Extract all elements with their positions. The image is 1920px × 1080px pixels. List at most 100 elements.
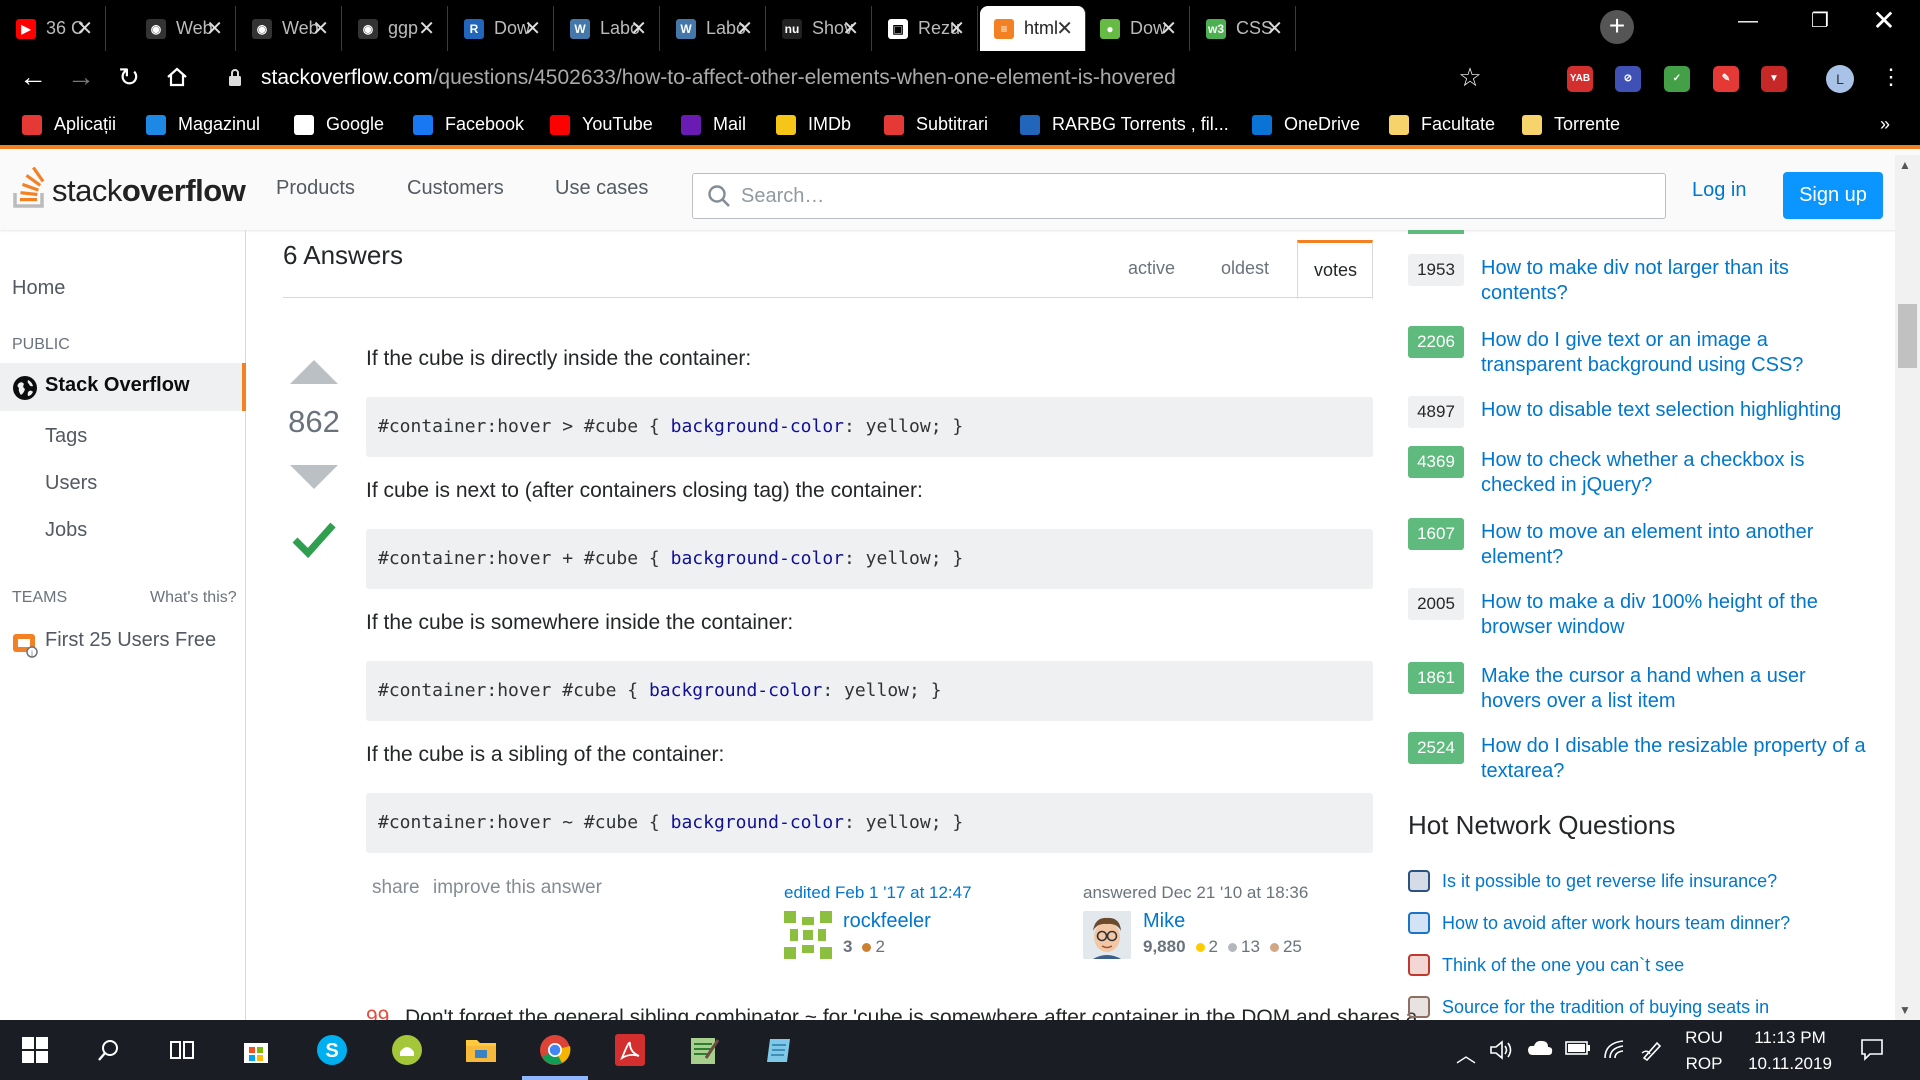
forward-button[interactable]: → — [62, 59, 100, 97]
close-window-button[interactable]: ✕ — [1848, 0, 1920, 42]
acrobat-icon[interactable] — [610, 1030, 650, 1070]
block-extension-icon[interactable]: ⊘ — [1615, 66, 1641, 92]
browser-tab[interactable]: ◉ Web ✕ — [132, 6, 236, 51]
related-question-link[interactable]: Make the cursor a hand when a user hover… — [1481, 664, 1871, 714]
share-link[interactable]: share — [372, 877, 420, 899]
bookmark-item[interactable]: IMDb — [776, 114, 851, 135]
browser-tab[interactable]: W Labo ✕ — [662, 6, 766, 51]
bookmark-item[interactable]: Mail — [681, 114, 746, 135]
tab-close-icon[interactable]: ✕ — [1056, 16, 1073, 41]
teams-free-link[interactable]: First 25 Users Free — [45, 629, 216, 652]
windows-start-icon[interactable] — [15, 1030, 55, 1070]
battery-icon[interactable] — [1565, 1039, 1591, 1062]
browser-tab[interactable]: W Labo ✕ — [556, 6, 660, 51]
task-view-icon[interactable] — [162, 1030, 202, 1070]
browser-tab[interactable]: ≡ html ✕ — [980, 6, 1086, 51]
yab-extension-icon[interactable]: YAB — [1567, 66, 1593, 92]
hot-network-question-link[interactable]: Is it possible to get reverse life insur… — [1442, 871, 1777, 892]
browser-tab[interactable]: R Dow ✕ — [450, 6, 554, 51]
scroll-down-arrow-icon[interactable]: ▼ — [1899, 1003, 1911, 1017]
editor-avatar[interactable] — [784, 911, 832, 959]
related-question-link[interactable]: How to move an element into another elem… — [1481, 520, 1871, 570]
bookmark-star-icon[interactable]: ☆ — [1451, 59, 1489, 97]
notepad-icon[interactable] — [760, 1030, 800, 1070]
profile-avatar[interactable]: L — [1826, 65, 1854, 93]
sidebar-item-stackoverflow[interactable]: Stack Overflow — [0, 363, 246, 411]
sidebar-item-jobs[interactable]: Jobs — [45, 519, 87, 542]
chrome-icon[interactable] — [535, 1030, 575, 1070]
browser-tab[interactable]: ◉ Web ✕ — [238, 6, 342, 51]
signup-button[interactable]: Sign up — [1783, 172, 1883, 219]
hot-network-question-item[interactable]: How to avoid after work hours team dinne… — [1408, 911, 1790, 935]
tab-active[interactable]: active — [1128, 258, 1175, 279]
search-input[interactable]: Search… — [692, 173, 1666, 219]
tray-show-hidden-icon[interactable]: ︿ — [1456, 1039, 1476, 1068]
maximize-button[interactable]: ❐ — [1784, 0, 1856, 42]
back-button[interactable]: ← — [14, 59, 52, 97]
tab-close-icon[interactable]: ✕ — [1160, 16, 1177, 41]
store-icon[interactable] — [236, 1030, 276, 1070]
hot-network-question-link[interactable]: Source for the tradition of buying seats… — [1442, 997, 1769, 1018]
reload-button[interactable]: ↻ — [110, 59, 148, 97]
related-question-link[interactable]: How to make div not larger than its cont… — [1481, 256, 1871, 306]
browser-tab[interactable]: w3 CSS ✕ — [1192, 6, 1296, 51]
shield-extension-icon[interactable]: ▼ — [1761, 66, 1787, 92]
author-avatar[interactable] — [1083, 911, 1131, 959]
related-question-link[interactable]: How to disable text selection highlighti… — [1481, 398, 1871, 423]
browser-tab[interactable]: nu Shov ✕ — [768, 6, 872, 51]
bookmark-item[interactable]: Subtitrari — [884, 114, 988, 135]
bookmark-item[interactable]: Google — [294, 114, 384, 135]
browser-tab[interactable]: ◉ ggp ✕ — [344, 6, 448, 51]
scrollbar-thumb[interactable] — [1898, 304, 1917, 368]
related-question-link[interactable]: How do I disable the resizable property … — [1481, 734, 1871, 784]
minimize-button[interactable]: — — [1712, 0, 1784, 42]
scroll-up-arrow-icon[interactable]: ▲ — [1899, 158, 1911, 172]
url-input[interactable]: stackoverflow.com/questions/4502633/how-… — [261, 61, 1551, 95]
login-button[interactable]: Log in — [1692, 179, 1747, 202]
tab-close-icon[interactable]: ✕ — [418, 16, 435, 41]
tab-close-icon[interactable]: ✕ — [524, 16, 541, 41]
edited-timestamp-link[interactable]: edited Feb 1 '17 at 12:47 — [784, 883, 972, 903]
hot-network-question-item[interactable]: Is it possible to get reverse life insur… — [1408, 869, 1777, 893]
hot-network-question-item[interactable]: Think of the one you can`t see — [1408, 953, 1684, 977]
tab-close-icon[interactable]: ✕ — [312, 16, 329, 41]
browser-tab[interactable]: ▣ Rezu ✕ — [874, 6, 978, 51]
keyboard-lang-bottom[interactable]: ROP — [1682, 1054, 1726, 1074]
bookmark-item[interactable]: Aplicații — [22, 114, 116, 135]
tab-close-icon[interactable]: ✕ — [948, 16, 965, 41]
related-question-link[interactable]: How to check whether a checkbox is check… — [1481, 448, 1871, 498]
related-question-link[interactable]: How to make a div 100% height of the bro… — [1481, 590, 1871, 640]
wifi-icon[interactable] — [1603, 1039, 1627, 1065]
tab-close-icon[interactable]: ✕ — [1266, 16, 1283, 41]
lock-icon[interactable] — [228, 68, 242, 86]
action-center-icon[interactable] — [1860, 1037, 1884, 1067]
sidebar-item-tags[interactable]: Tags — [45, 425, 87, 448]
clock-date[interactable]: 10.11.2019 — [1740, 1054, 1840, 1074]
editor-name-link[interactable]: rockfeeler — [843, 910, 931, 933]
bookmark-item[interactable]: YouTube — [550, 114, 653, 135]
android-app-icon[interactable] — [387, 1030, 427, 1070]
keyboard-lang-top[interactable]: ROU — [1682, 1028, 1726, 1048]
search-icon[interactable] — [89, 1030, 129, 1070]
tab-close-icon[interactable]: ✕ — [736, 16, 753, 41]
check-extension-icon[interactable]: ✓ — [1664, 66, 1690, 92]
hot-network-question-link[interactable]: Think of the one you can`t see — [1442, 955, 1684, 976]
volume-icon[interactable] — [1489, 1039, 1513, 1067]
upvote-arrow-icon[interactable] — [290, 360, 338, 384]
browser-tab[interactable]: ● Dow ✕ — [1086, 6, 1190, 51]
tab-votes[interactable]: votes — [1297, 240, 1373, 299]
notes-extension-icon[interactable]: ✎ — [1713, 66, 1739, 92]
tab-close-icon[interactable]: ✕ — [630, 16, 647, 41]
nav-use-cases[interactable]: Use cases — [555, 177, 648, 200]
file-explorer-icon[interactable] — [461, 1030, 501, 1070]
improve-answer-link[interactable]: improve this answer — [433, 877, 602, 899]
pen-ink-icon[interactable] — [1641, 1039, 1663, 1067]
downvote-arrow-icon[interactable] — [290, 465, 338, 489]
tab-close-icon[interactable]: ✕ — [842, 16, 859, 41]
new-tab-button[interactable]: + — [1600, 10, 1634, 44]
hot-network-question-link[interactable]: How to avoid after work hours team dinne… — [1442, 913, 1790, 934]
menu-kebab-icon[interactable]: ⋮ — [1872, 59, 1910, 97]
bookmarks-more-button[interactable]: » — [1880, 114, 1890, 135]
sidebar-item-home[interactable]: Home — [12, 277, 65, 300]
tab-close-icon[interactable]: ✕ — [206, 16, 223, 41]
